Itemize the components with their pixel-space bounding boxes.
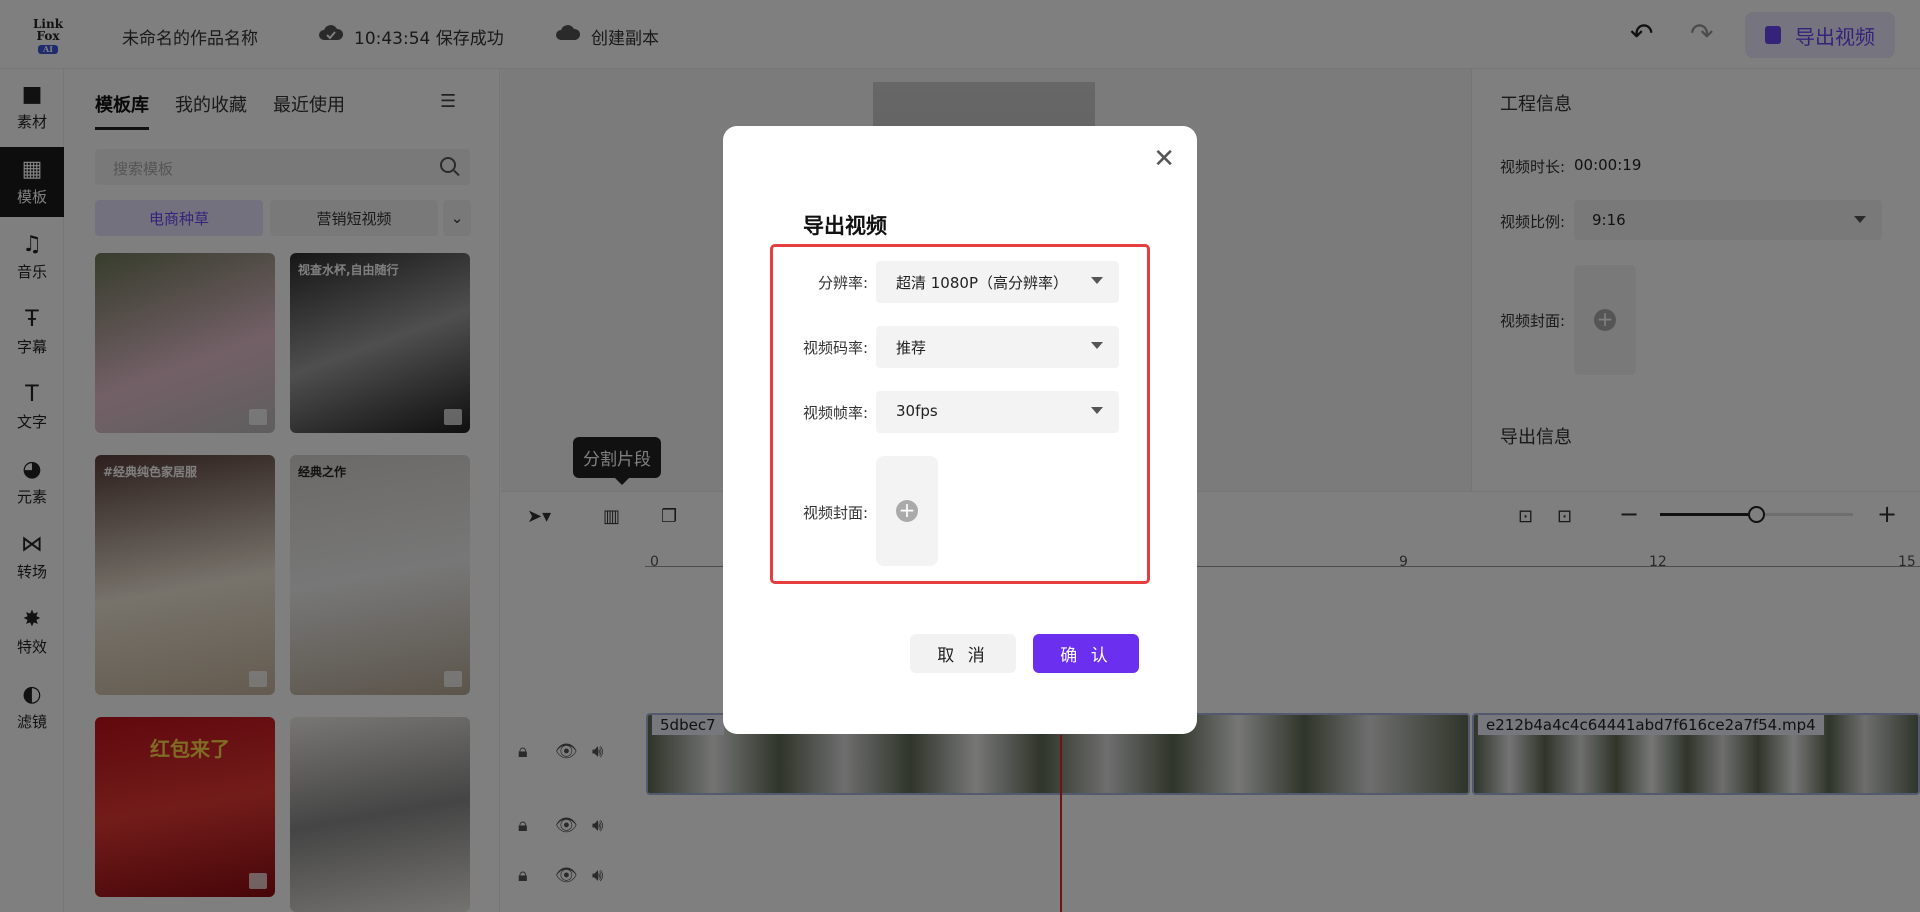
bitrate-select[interactable]: 推荐 (876, 326, 1119, 368)
fps-select[interactable]: 30fps (876, 391, 1119, 433)
resolution-select[interactable]: 超清 1080P（高分辨率） (876, 261, 1119, 303)
dialog-title: 导出视频 (803, 214, 887, 238)
caret-down-icon (1091, 277, 1103, 284)
cover-upload-button[interactable]: + (876, 456, 938, 566)
cancel-button[interactable]: 取 消 (910, 634, 1016, 673)
resolution-label: 分辨率: (817, 274, 868, 292)
fps-label: 视频帧率: (802, 404, 868, 422)
bitrate-label: 视频码率: (802, 339, 868, 357)
confirm-button[interactable]: 确 认 (1033, 634, 1139, 673)
video-editor-app: Link Fox AI 未命名的作品名称 10:43:54 保存成功 创建副本 … (0, 0, 1920, 912)
caret-down-icon (1091, 342, 1103, 349)
cover-label: 视频封面: (802, 504, 868, 522)
close-icon[interactable]: ✕ (1153, 146, 1175, 172)
caret-down-icon (1091, 407, 1103, 414)
export-video-dialog: ✕ 导出视频 分辨率: 超清 1080P（高分辨率） 视频码率: 推荐 视频帧率… (723, 126, 1197, 734)
plus-circle-icon: + (896, 500, 918, 522)
